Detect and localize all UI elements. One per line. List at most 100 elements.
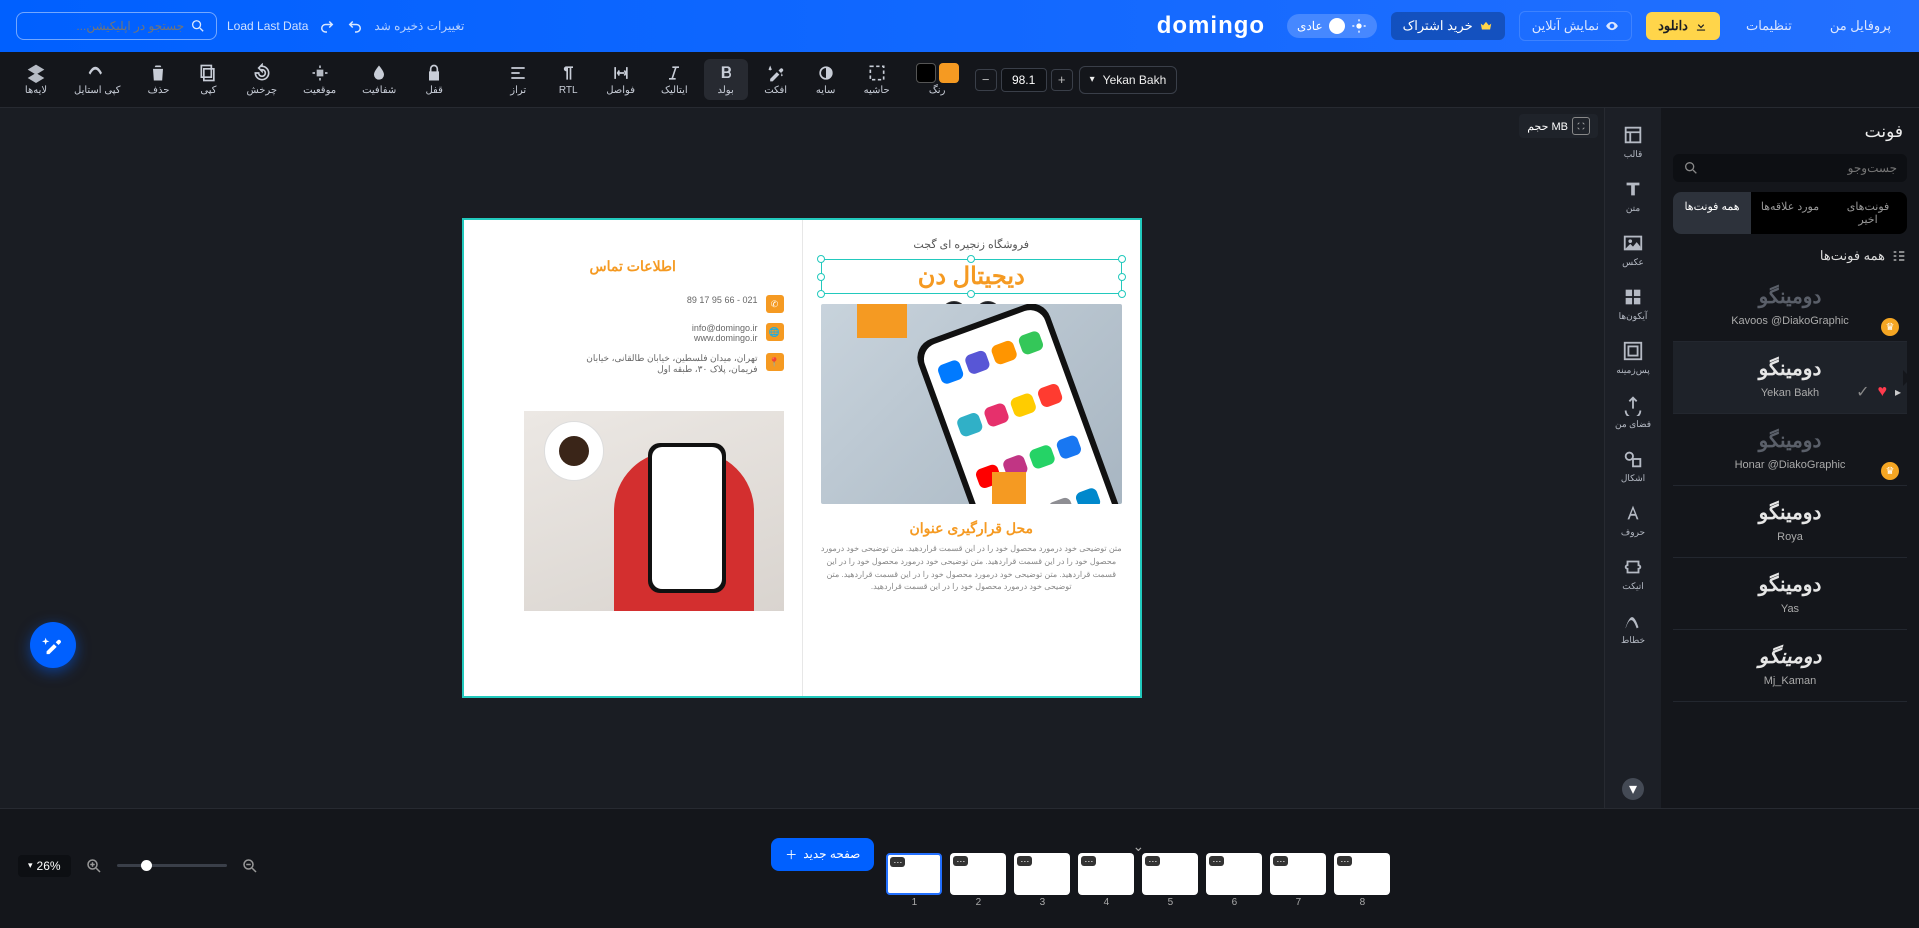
global-search-input[interactable] <box>27 19 184 33</box>
settings-link[interactable]: تنظیمات <box>1734 12 1804 40</box>
hero-image[interactable] <box>821 304 1123 504</box>
resize-handle[interactable] <box>817 255 825 263</box>
zoom-slider[interactable] <box>117 864 227 867</box>
color-tool[interactable]: رنگ <box>906 59 969 100</box>
new-page-button[interactable]: ＋صفحه جدید <box>771 838 874 871</box>
nav-myspace[interactable]: فضای من <box>1609 386 1657 438</box>
heading[interactable]: محل قرارگیری عنوان <box>821 520 1123 537</box>
tab-recent-fonts[interactable]: فونت‌های اخیر <box>1829 192 1907 234</box>
download-button[interactable]: دانلود <box>1646 12 1720 40</box>
page-thumbnail[interactable]: ⋯ <box>1334 853 1390 895</box>
file-size-badge[interactable]: حجم MB <box>1519 114 1598 138</box>
magic-fab[interactable] <box>30 622 76 668</box>
resize-handle[interactable] <box>817 290 825 298</box>
position-tool[interactable]: موقعیت <box>293 59 346 100</box>
nav-letters[interactable]: حروف <box>1609 494 1657 546</box>
font-size-input[interactable] <box>1001 68 1047 92</box>
thumb-menu-icon[interactable]: ⋯ <box>890 857 905 867</box>
zoom-percent[interactable]: ▾26% <box>18 855 71 877</box>
nav-text[interactable]: متن <box>1609 170 1657 222</box>
favorite-button[interactable]: ♥ <box>1877 383 1887 401</box>
resize-handle[interactable] <box>1118 273 1126 281</box>
font-search-input[interactable] <box>1707 161 1897 175</box>
undo-icon[interactable] <box>346 17 364 35</box>
lock-tool[interactable]: قفل <box>412 59 456 100</box>
nav-template[interactable]: قالب <box>1609 116 1657 168</box>
preview-button[interactable]: نمایش آنلاین <box>1519 11 1632 41</box>
tab-favorite-fonts[interactable]: مورد علاقه‌ها <box>1751 192 1829 234</box>
thumb-menu-icon[interactable]: ⋯ <box>1209 856 1224 866</box>
font-search[interactable] <box>1673 154 1907 182</box>
zoom-in-button[interactable] <box>83 855 105 877</box>
swatch-black[interactable] <box>916 63 936 83</box>
thumb-menu-icon[interactable]: ⋯ <box>1145 856 1160 866</box>
layers-tool[interactable]: لایه‌ها <box>14 59 58 100</box>
thumb-menu-icon[interactable]: ⋯ <box>1017 856 1032 866</box>
font-item-yekanbakh[interactable]: دومینگو Yekan Bakh ▸ ♥ ✓ <box>1673 342 1907 414</box>
resize-handle[interactable] <box>817 273 825 281</box>
zoom-slider-thumb[interactable] <box>141 860 152 871</box>
thumb-menu-icon[interactable]: ⋯ <box>953 856 968 866</box>
shadow-tool[interactable]: سایه <box>804 59 848 100</box>
page-thumbnail[interactable]: ⋯ <box>1014 853 1070 895</box>
spacing-tool[interactable]: فواصل <box>596 59 645 100</box>
apply-font-button[interactable]: ✓ <box>1856 382 1869 402</box>
nav-more[interactable]: ▾ <box>1622 778 1644 800</box>
font-item-honar[interactable]: دومینگو Honar @DiakoGraphic ♛ <box>1673 414 1907 486</box>
page-left[interactable]: اطلاعات تماس ✆021 - 66 95 17 89 🌐info@do… <box>464 220 802 696</box>
play-icon[interactable]: ▸ <box>1895 385 1901 399</box>
opacity-tool[interactable]: شفافیت <box>352 59 406 100</box>
nav-icons[interactable]: آیکون‌ها <box>1609 278 1657 330</box>
selected-text-element[interactable]: دیجیتال دن <box>821 259 1123 294</box>
resize-handle[interactable] <box>967 290 975 298</box>
page-thumbnail[interactable]: ⋯ <box>1270 853 1326 895</box>
font-item-yas[interactable]: دومینگو Yas <box>1673 558 1907 630</box>
nav-line[interactable]: خطاط <box>1609 602 1657 654</box>
font-item-kavoos[interactable]: دومینگو Kavoos @DiakoGraphic ♛ <box>1673 270 1907 342</box>
font-size-minus[interactable]: − <box>975 69 997 91</box>
nav-shapes[interactable]: اشکال <box>1609 440 1657 492</box>
resize-handle[interactable] <box>1118 290 1126 298</box>
page-right[interactable]: فروشگاه زنجیره ای گجت دیجیتال دن <box>803 220 1141 696</box>
copy-tool[interactable]: کپی <box>186 59 230 100</box>
font-item-mjkaman[interactable]: دومینگو Mj_Kaman <box>1673 630 1907 702</box>
swatch-orange[interactable] <box>939 63 959 83</box>
thumb-menu-icon[interactable]: ⋯ <box>1337 856 1352 866</box>
font-family-select[interactable]: ▾Yekan Bakh <box>1079 66 1178 94</box>
page-thumbnail[interactable]: ⋯ <box>1078 853 1134 895</box>
border-tool[interactable]: حاشیه <box>854 59 900 100</box>
font-size-plus[interactable]: + <box>1051 69 1073 91</box>
profile-menu[interactable]: پروفایل من <box>1818 12 1903 40</box>
align-tool[interactable]: تراز <box>496 59 540 100</box>
rtl-tool[interactable]: RTL <box>546 59 590 100</box>
nav-image[interactable]: عکس <box>1609 224 1657 276</box>
font-item-roya[interactable]: دومینگو Roya <box>1673 486 1907 558</box>
body-text[interactable]: متن توضیحی خود درمورد محصول خود را در ای… <box>821 543 1123 594</box>
buy-subscription-button[interactable]: خرید اشتراک <box>1391 12 1505 40</box>
page-thumbnail[interactable]: ⋯ <box>886 853 942 895</box>
zoom-out-button[interactable] <box>239 855 261 877</box>
nav-background[interactable]: پس‌زمینه <box>1609 332 1657 384</box>
contact-title[interactable]: اطلاعات تماس <box>482 258 784 275</box>
mode-toggle[interactable]: عادی <box>1287 14 1377 38</box>
canvas-zone[interactable]: حجم MB فروشگاه زنجیره ای گجت دیجیتال دن <box>0 108 1604 808</box>
italic-tool[interactable]: ایتالیک <box>651 59 698 100</box>
page-thumbnail[interactable]: ⋯ <box>1142 853 1198 895</box>
bold-tool[interactable]: بولد <box>704 59 748 100</box>
secondary-image[interactable] <box>524 411 784 611</box>
tab-all-fonts[interactable]: همه فونت‌ها <box>1673 192 1751 234</box>
redo-icon[interactable] <box>318 17 336 35</box>
thumb-menu-icon[interactable]: ⋯ <box>1081 856 1096 866</box>
rotate-tool[interactable]: چرخش <box>236 59 287 100</box>
effect-tool[interactable]: افکت <box>754 59 798 100</box>
global-search[interactable] <box>16 12 217 40</box>
delete-tool[interactable]: حذف <box>136 59 180 100</box>
nav-ticket[interactable]: اتیکت <box>1609 548 1657 600</box>
copy-style-tool[interactable]: کپی استایل <box>64 59 130 100</box>
load-last-data[interactable]: Load Last Data <box>227 19 308 33</box>
resize-handle[interactable] <box>1118 255 1126 263</box>
thumb-menu-icon[interactable]: ⋯ <box>1273 856 1288 866</box>
page-thumbnail[interactable]: ⋯ <box>950 853 1006 895</box>
page-thumbnail[interactable]: ⋯ <box>1206 853 1262 895</box>
canvas[interactable]: فروشگاه زنجیره ای گجت دیجیتال دن <box>462 218 1142 698</box>
